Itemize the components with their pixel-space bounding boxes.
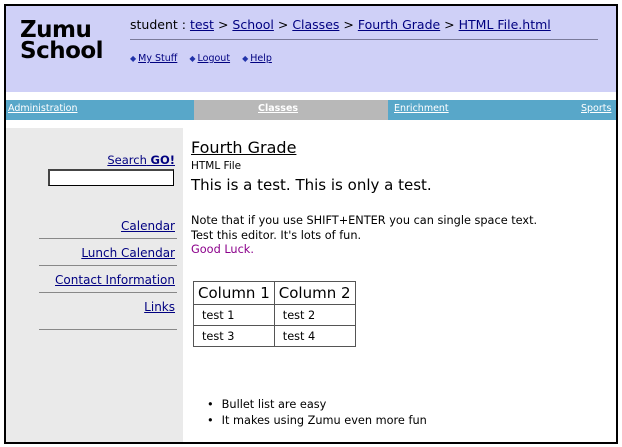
- content-note: Note that if you use SHIFT+ENTER you can…: [191, 213, 537, 243]
- breadcrumb-prefix: student :: [130, 17, 190, 32]
- sidebar: Search GO! Calendar Lunch Calendar Conta…: [6, 128, 183, 442]
- table-header-row: Column 1 Column 2: [193, 281, 356, 305]
- diamond-bullet-icon: ◆: [130, 54, 137, 63]
- table-row: test 1 test 2: [193, 304, 356, 326]
- nav-classes-active-tab: Classes: [194, 100, 388, 120]
- sidebar-item-contact-information[interactable]: Contact Information: [55, 273, 175, 287]
- search-link[interactable]: Search GO!: [107, 153, 175, 167]
- sidebar-divider: [39, 265, 177, 266]
- breadcrumb-divider: [130, 39, 598, 40]
- good-luck-text: Good Luck.: [191, 243, 254, 256]
- breadcrumb-html-file[interactable]: HTML File.html: [459, 17, 551, 32]
- nav-administration[interactable]: Administration: [8, 103, 78, 114]
- breadcrumb-classes[interactable]: Classes: [292, 17, 339, 32]
- table-header-cell: Column 1: [193, 281, 275, 305]
- help-link[interactable]: Help: [250, 53, 272, 64]
- sidebar-divider: [39, 292, 177, 293]
- sidebar-divider: [39, 329, 177, 330]
- note-line-2: Test this editor. It's lots of fun.: [191, 229, 362, 242]
- breadcrumb-test[interactable]: test: [190, 17, 214, 32]
- table-cell: test 1: [193, 304, 275, 326]
- search-go-button[interactable]: GO!: [151, 153, 175, 167]
- page-frame: Zumu School student : test > School > Cl…: [4, 4, 618, 444]
- logout-link[interactable]: Logout: [198, 53, 231, 64]
- table-cell: test 2: [273, 304, 356, 326]
- breadcrumb-separator: >: [273, 17, 293, 32]
- logo[interactable]: Zumu School: [20, 19, 104, 64]
- breadcrumb-school[interactable]: School: [232, 17, 274, 32]
- bullet-list: Bullet list are easy It makes using Zumu…: [207, 398, 427, 430]
- sidebar-item-lunch-calendar[interactable]: Lunch Calendar: [81, 246, 175, 260]
- nav-enrichment[interactable]: Enrichment: [394, 103, 449, 114]
- search-input[interactable]: [48, 169, 174, 186]
- list-item: Bullet list are easy: [207, 398, 427, 414]
- data-table: Column 1 Column 2 test 1 test 2 test 3 t…: [193, 281, 356, 347]
- content-headline: This is a test. This is only a test.: [191, 176, 432, 194]
- breadcrumb: student : test > School > Classes > Four…: [130, 17, 551, 32]
- sidebar-item-links[interactable]: Links: [144, 300, 175, 314]
- quick-links: ◆ My Stuff ◆ Logout ◆ Help: [130, 53, 281, 64]
- search-label: Search: [107, 153, 147, 167]
- note-line-1: Note that if you use SHIFT+ENTER you can…: [191, 214, 538, 227]
- diamond-bullet-icon: ◆: [189, 54, 196, 63]
- breadcrumb-separator: >: [213, 17, 233, 32]
- sidebar-divider: [39, 238, 177, 239]
- breadcrumb-fourth-grade[interactable]: Fourth Grade: [358, 17, 440, 32]
- header: Zumu School student : test > School > Cl…: [6, 6, 616, 92]
- list-item: It makes using Zumu even more fun: [207, 414, 427, 430]
- table-row: test 3 test 4: [193, 325, 356, 347]
- page-subtitle: HTML File: [191, 160, 242, 172]
- breadcrumb-separator: >: [339, 17, 358, 32]
- table-cell: test 4: [273, 325, 356, 347]
- page-title[interactable]: Fourth Grade: [191, 138, 296, 157]
- nav-classes[interactable]: Classes: [258, 103, 298, 114]
- main-nav: Administration Classes Enrichment Sports: [6, 100, 616, 120]
- table-cell: test 3: [193, 325, 275, 347]
- breadcrumb-separator: >: [440, 17, 459, 32]
- my-stuff-link[interactable]: My Stuff: [138, 53, 177, 64]
- logo-line-2: School: [20, 38, 104, 64]
- table-header-cell: Column 2: [273, 281, 356, 305]
- nav-sports[interactable]: Sports: [581, 103, 611, 114]
- diamond-bullet-icon: ◆: [242, 54, 249, 63]
- sidebar-item-calendar[interactable]: Calendar: [121, 219, 175, 233]
